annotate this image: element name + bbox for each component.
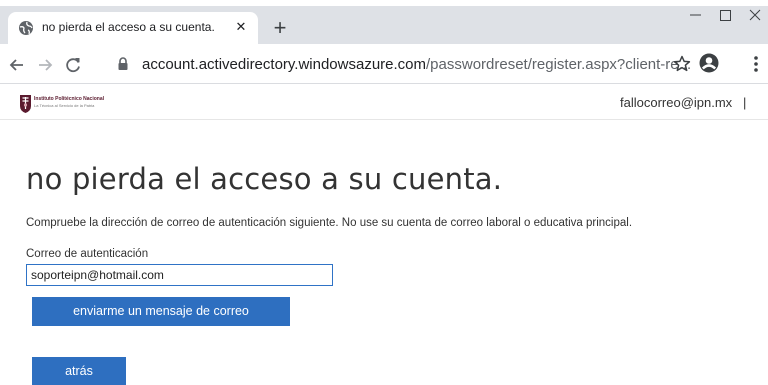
- arrow-left-icon[interactable]: [6, 54, 28, 76]
- url-path: /passwordreset/register.aspx?client-re..…: [426, 56, 692, 73]
- reload-icon[interactable]: [62, 54, 84, 76]
- close-tab-icon[interactable]: ✕: [232, 18, 250, 36]
- back-button[interactable]: atrás: [32, 357, 126, 385]
- profile-icon[interactable]: [698, 52, 720, 74]
- close-icon: [749, 9, 761, 21]
- arrow-right-icon[interactable]: [34, 54, 56, 76]
- header-separator: |: [743, 95, 747, 110]
- browser-toolbar: account.activedirectory.windowsazure.com…: [0, 44, 768, 84]
- browser-tab[interactable]: no pierda el acceso a su cuenta. ✕: [8, 12, 258, 44]
- logo-title: Instituto Politécnico Nacional: [34, 96, 105, 102]
- tab-title: no pierda el acceso a su cuenta.: [42, 20, 215, 34]
- lock-icon[interactable]: [116, 56, 130, 72]
- email-label: Correo de autenticación: [26, 248, 149, 260]
- logo-subtitle: La Técnica al Servicio de la Patria: [34, 103, 95, 108]
- signed-in-user-email[interactable]: fallocorreo@ipn.mx: [620, 95, 732, 110]
- window-top-border: [0, 0, 768, 6]
- url-text: account.activedirectory.windowsazure.com…: [142, 56, 691, 73]
- authentication-email-input[interactable]: [26, 264, 333, 286]
- kebab-menu-icon[interactable]: [750, 54, 762, 74]
- globe-icon: [19, 21, 33, 35]
- page-title: no pierda el acceso a su cuenta.: [26, 162, 503, 196]
- close-window-button[interactable]: [742, 0, 768, 30]
- new-tab-button[interactable]: +: [268, 17, 292, 41]
- address-bar[interactable]: account.activedirectory.windowsazure.com…: [108, 48, 702, 80]
- send-email-button[interactable]: enviarme un mensaje de correo: [32, 297, 290, 326]
- star-icon[interactable]: [672, 54, 692, 74]
- instructions-text: Compruebe la dirección de correo de aute…: [26, 217, 633, 229]
- browser-tabstrip: no pierda el acceso a su cuenta. ✕ +: [0, 0, 768, 44]
- url-domain: account.activedirectory.windowsazure.com: [142, 56, 427, 73]
